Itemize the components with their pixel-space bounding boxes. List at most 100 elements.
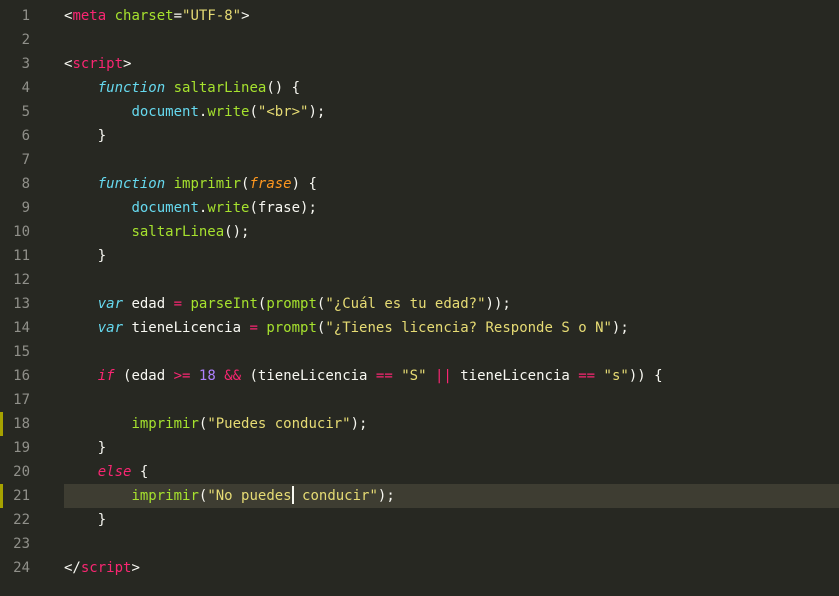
code-line[interactable]: } (64, 124, 839, 148)
token-func-name: write (207, 200, 249, 216)
token-ident: tieneLicencia (452, 368, 578, 384)
line-number-gutter: 123456789101112131415161718192021222324 (0, 0, 42, 596)
code-line[interactable]: } (64, 244, 839, 268)
token-keyword: else (98, 464, 132, 480)
token-storage: var (98, 320, 123, 336)
token-ident (64, 416, 131, 432)
token-attr-name: charset (115, 8, 174, 24)
line-number: 12 (8, 268, 30, 292)
code-line[interactable]: } (64, 436, 839, 460)
token-ident (64, 224, 131, 240)
token-string: "¿Cuál es tu edad?" (325, 296, 485, 312)
token-keyword: if (98, 368, 115, 384)
token-punct: ); (378, 488, 395, 504)
line-number: 24 (8, 556, 30, 580)
code-line[interactable]: document.write("<br>"); (64, 100, 839, 124)
line-number: 15 (8, 340, 30, 364)
token-ident (106, 8, 114, 24)
line-number: 4 (8, 76, 30, 100)
line-number: 2 (8, 28, 30, 52)
modification-marker (0, 412, 3, 436)
code-line[interactable] (64, 268, 839, 292)
token-punct: )) { (629, 368, 663, 384)
code-line[interactable]: imprimir("No puedes conducir"); (64, 484, 839, 508)
token-builtin: document (131, 104, 198, 120)
line-number: 1 (8, 4, 30, 28)
token-ident (64, 296, 98, 312)
token-operator: == (376, 368, 393, 384)
line-number: 18 (8, 412, 30, 436)
code-line[interactable]: </script> (64, 556, 839, 580)
token-punct: > (131, 560, 139, 576)
token-punct: ); (308, 104, 325, 120)
line-number: 8 (8, 172, 30, 196)
token-ident (64, 440, 98, 456)
token-func-name: imprimir (174, 176, 241, 192)
token-ident (64, 80, 98, 96)
token-operator: && (224, 368, 241, 384)
token-ident (64, 176, 98, 192)
token-ident (595, 368, 603, 384)
code-editor[interactable]: 123456789101112131415161718192021222324 … (0, 0, 839, 596)
token-func-name: saltarLinea (174, 80, 267, 96)
token-punct: } (98, 512, 106, 528)
token-punct: (); (224, 224, 249, 240)
code-line[interactable]: var edad = parseInt(prompt("¿Cuál es tu … (64, 292, 839, 316)
code-line[interactable] (64, 148, 839, 172)
token-operator: >= (174, 368, 191, 384)
token-ident (115, 368, 123, 384)
token-storage: var (98, 296, 123, 312)
token-ident (64, 512, 98, 528)
code-line[interactable]: <script> (64, 52, 839, 76)
token-ident (64, 368, 98, 384)
code-line[interactable]: <meta charset="UTF-8"> (64, 4, 839, 28)
line-number: 10 (8, 220, 30, 244)
token-ident (64, 488, 131, 504)
code-line[interactable] (64, 340, 839, 364)
line-number: 17 (8, 388, 30, 412)
token-punct: = (174, 8, 182, 24)
code-line[interactable]: saltarLinea(); (64, 220, 839, 244)
token-punct: () { (266, 80, 300, 96)
token-punct: } (98, 248, 106, 264)
line-number: 16 (8, 364, 30, 388)
token-string: conducir" (294, 488, 378, 504)
token-ident: tieneLicencia (123, 320, 249, 336)
token-func-name: parseInt (190, 296, 257, 312)
code-line[interactable] (64, 28, 839, 52)
line-number: 19 (8, 436, 30, 460)
token-tag: script (72, 56, 123, 72)
token-punct: > (123, 56, 131, 72)
token-ident (190, 368, 198, 384)
code-line[interactable]: function imprimir(frase) { (64, 172, 839, 196)
token-ident (165, 80, 173, 96)
token-string: "No puedes (207, 488, 291, 504)
token-ident (64, 128, 98, 144)
token-punct: </ (64, 560, 81, 576)
token-ident (64, 320, 98, 336)
token-string: "Puedes conducir" (207, 416, 350, 432)
code-line[interactable]: if (edad >= 18 && (tieneLicencia == "S" … (64, 364, 839, 388)
code-line[interactable] (64, 388, 839, 412)
code-line[interactable] (64, 532, 839, 556)
token-punct: } (98, 128, 106, 144)
code-line[interactable]: var tieneLicencia = prompt("¿Tienes lice… (64, 316, 839, 340)
token-ident (165, 176, 173, 192)
code-line[interactable]: function saltarLinea() { (64, 76, 839, 100)
code-line[interactable]: } (64, 508, 839, 532)
token-ident: edad (123, 296, 174, 312)
code-line[interactable]: document.write(frase); (64, 196, 839, 220)
token-number: 18 (199, 368, 216, 384)
line-number: 21 (8, 484, 30, 508)
token-punct: ); (351, 416, 368, 432)
code-area[interactable]: <meta charset="UTF-8"> <script> function … (42, 0, 839, 596)
code-line[interactable]: imprimir("Puedes conducir"); (64, 412, 839, 436)
token-tag: meta (72, 8, 106, 24)
token-builtin: document (131, 200, 198, 216)
line-number: 11 (8, 244, 30, 268)
token-ident (393, 368, 401, 384)
code-line[interactable]: else { (64, 460, 839, 484)
line-number: 7 (8, 148, 30, 172)
token-ident (64, 248, 98, 264)
token-string: "¿Tienes licencia? Responde S o N" (325, 320, 612, 336)
